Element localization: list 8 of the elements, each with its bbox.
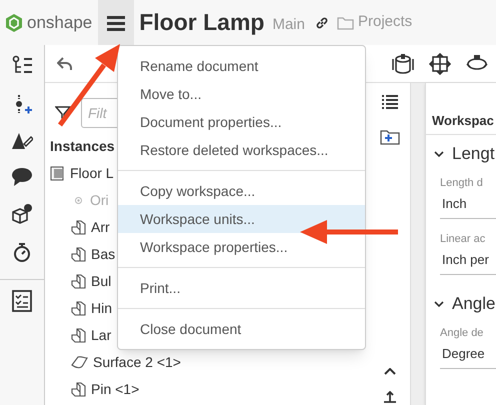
- instances-heading: Instances: [50, 137, 115, 156]
- field-label: Length d: [440, 176, 484, 191]
- document-title: Floor Lamp: [139, 8, 264, 38]
- panel-title: Workspac: [426, 105, 496, 135]
- logo-text: onshape: [27, 12, 92, 34]
- field-label: Linear ac: [440, 232, 486, 247]
- branch-label: Main: [272, 15, 305, 36]
- field-label: Angle de: [440, 326, 484, 341]
